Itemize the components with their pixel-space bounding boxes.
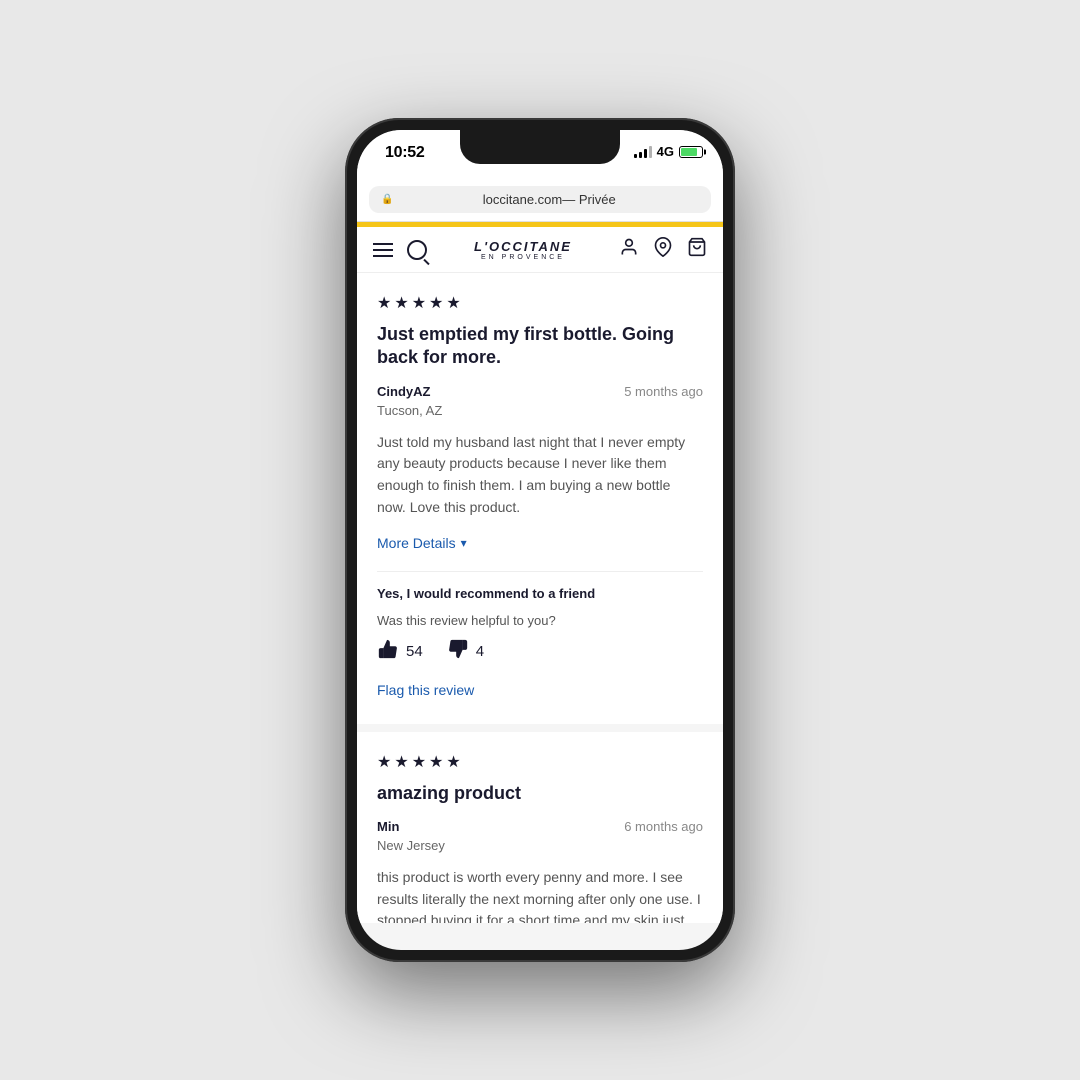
hamburger-icon[interactable] xyxy=(373,243,393,257)
url-bar[interactable]: 🔒 loccitane.com— Privée xyxy=(369,186,711,213)
review-title-1: Just emptied my first bottle. Going back… xyxy=(377,323,703,370)
nav-right xyxy=(619,237,707,262)
account-icon[interactable] xyxy=(619,237,639,262)
review-body-2: this product is worth every penny and mo… xyxy=(377,867,703,923)
star-1: ★ xyxy=(377,293,391,313)
reviewer-row-1: CindyAZ 5 months ago xyxy=(377,384,703,399)
star-r2-4: ★ xyxy=(429,752,443,772)
helpful-question: Was this review helpful to you? xyxy=(377,613,703,628)
star-5: ★ xyxy=(446,293,460,313)
reviewer-location-2: New Jersey xyxy=(377,838,703,853)
reviewer-name-2: Min xyxy=(377,819,399,834)
reviewer-location-1: Tucson, AZ xyxy=(377,403,703,418)
chevron-down-icon: ▾ xyxy=(461,536,467,550)
search-icon[interactable] xyxy=(407,240,427,260)
phone-screen: 10:52 4G 🔒 loccitane.com— Privée xyxy=(357,130,723,950)
logo-line1: L'OCCITANE xyxy=(427,239,619,254)
thumbs-down-button[interactable]: 4 xyxy=(447,638,484,666)
more-details-button[interactable]: More Details ▾ xyxy=(377,535,703,551)
browser-bar[interactable]: 🔒 loccitane.com— Privée xyxy=(357,180,723,222)
star-2: ★ xyxy=(394,293,408,313)
star-4: ★ xyxy=(429,293,443,313)
battery-icon xyxy=(679,146,703,158)
location-icon[interactable] xyxy=(653,237,673,262)
bag-icon[interactable] xyxy=(687,237,707,262)
url-text: loccitane.com— Privée xyxy=(399,192,699,207)
nav-left xyxy=(373,240,427,260)
logo-area: L'OCCITANE EN PROVENCE xyxy=(427,239,619,261)
network-indicator: 4G xyxy=(657,144,674,159)
star-r2-5: ★ xyxy=(446,752,460,772)
helpful-row: 54 4 xyxy=(377,638,703,666)
logo-line2: EN PROVENCE xyxy=(427,254,619,261)
reviewer-row-2: Min 6 months ago xyxy=(377,819,703,834)
thumbs-down-icon xyxy=(447,638,469,666)
status-right: 4G xyxy=(634,144,703,159)
review-date-2: 6 months ago xyxy=(624,819,703,834)
status-time: 10:52 xyxy=(385,144,424,162)
notch xyxy=(460,130,620,164)
recommend-text: Yes, I would recommend to a friend xyxy=(377,586,703,601)
star-r2-3: ★ xyxy=(412,752,426,772)
content-area: ★ ★ ★ ★ ★ Just emptied my first bottle. … xyxy=(357,273,723,923)
star-r2-1: ★ xyxy=(377,752,391,772)
review-body-1: Just told my husband last night that I n… xyxy=(377,432,703,519)
battery-fill xyxy=(681,148,697,156)
thumbs-up-icon xyxy=(377,638,399,666)
review-title-2: amazing product xyxy=(377,782,703,805)
lock-icon: 🔒 xyxy=(381,194,393,205)
reviewer-name-1: CindyAZ xyxy=(377,384,430,399)
flag-review-link[interactable]: Flag this review xyxy=(377,682,474,698)
stars-1: ★ ★ ★ ★ ★ xyxy=(377,293,703,313)
stars-2: ★ ★ ★ ★ ★ xyxy=(377,752,703,772)
review-date-1: 5 months ago xyxy=(624,384,703,399)
thumbs-up-count: 54 xyxy=(406,643,423,660)
divider xyxy=(377,571,703,572)
signal-bars-icon xyxy=(634,146,652,158)
star-r2-2: ★ xyxy=(394,752,408,772)
thumbs-up-button[interactable]: 54 xyxy=(377,638,423,666)
phone-frame: 10:52 4G 🔒 loccitane.com— Privée xyxy=(345,118,735,962)
nav-bar: L'OCCITANE EN PROVENCE xyxy=(357,227,723,273)
star-3: ★ xyxy=(412,293,426,313)
thumbs-down-count: 4 xyxy=(476,643,484,660)
review-card-2: ★ ★ ★ ★ ★ amazing product Min 6 months a… xyxy=(357,732,723,923)
review-card-1: ★ ★ ★ ★ ★ Just emptied my first bottle. … xyxy=(357,273,723,724)
